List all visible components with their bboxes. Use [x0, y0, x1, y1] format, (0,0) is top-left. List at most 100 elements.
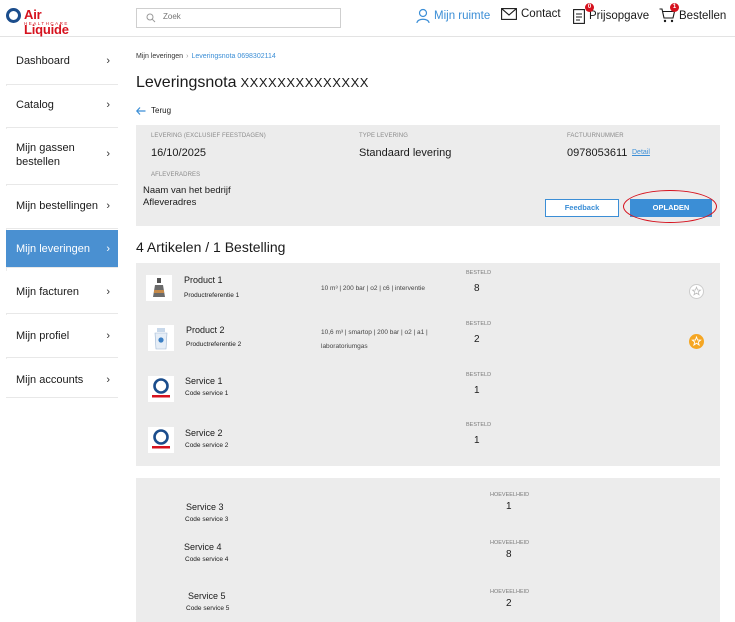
- search-input[interactable]: [163, 12, 333, 21]
- service-code: Code service 3: [185, 516, 229, 523]
- product-spec: 10,6 m³ | smartop | 200 bar | o2 | a1 | …: [321, 329, 428, 350]
- favorite-star-filled-icon[interactable]: [689, 334, 704, 349]
- logo-subtext: HEALTHCARE: [24, 21, 69, 26]
- prijsopgave-count-badge: 0: [585, 3, 594, 12]
- page-title-label: Leveringsnota: [136, 74, 237, 91]
- sidebar-item-label: Dashboard: [16, 55, 70, 67]
- quantity-label: HOEVEELHEID: [490, 492, 530, 498]
- cart-count-badge: 1: [670, 3, 679, 12]
- quote-document-icon: [573, 9, 585, 24]
- product-reference: Productreferentie 1: [184, 292, 240, 299]
- quantity-value: 1: [474, 385, 480, 396]
- sidebar-item-mijn-leveringen[interactable]: Mijn leveringen ›: [6, 230, 118, 268]
- air-liquide-service-logo-icon: [148, 376, 174, 402]
- sidebar-item-mijn-bestellingen[interactable]: Mijn bestellingen ›: [6, 186, 118, 229]
- breadcrumb-current[interactable]: Leveringsnota 0698302114: [191, 53, 275, 60]
- type-levering-value: Standaard levering: [359, 147, 452, 159]
- sidebar-item-mijn-accounts[interactable]: Mijn accounts ›: [6, 359, 118, 398]
- product-name: Product 2: [186, 325, 225, 335]
- quantity-label: HOEVEELHEID: [490, 540, 530, 546]
- service-code: Code service 1: [185, 390, 229, 397]
- chevron-right-icon: ›: [106, 99, 110, 111]
- quantity-value: 8: [474, 283, 480, 294]
- search-icon: [146, 13, 156, 23]
- nav-mijn-ruimte-label: Mijn ruimte: [434, 10, 491, 22]
- factuur-detail-link[interactable]: Detail: [632, 149, 650, 156]
- articles-section-title: 4 Artikelen / 1 Bestelling: [136, 239, 286, 255]
- service-code: Code service 4: [185, 556, 229, 563]
- service-name: Service 2: [185, 428, 223, 438]
- factuurnummer-label: FACTUURNUMMER: [567, 133, 624, 139]
- nav-mijn-ruimte[interactable]: Mijn ruimte: [416, 8, 490, 24]
- quantity-value: 1: [474, 435, 480, 446]
- nav-prijsopgave[interactable]: Prijsopgave 0: [573, 3, 650, 24]
- delivery-address: Afleveradres: [143, 197, 197, 208]
- back-link-label: Terug: [151, 106, 172, 115]
- sidebar-item-mijn-gassen-bestellen[interactable]: Mijn gassen bestellen ›: [6, 129, 118, 185]
- chevron-right-icon: ›: [106, 330, 110, 342]
- feedback-button[interactable]: Feedback: [545, 199, 619, 217]
- logo-mark-icon: [6, 8, 21, 23]
- nav-contact[interactable]: Contact: [501, 8, 561, 20]
- service-name: Service 3: [186, 502, 224, 512]
- nav-bestellen[interactable]: Bestellen 1: [659, 3, 727, 23]
- sidebar-item-label: Mijn facturen: [16, 286, 79, 298]
- chevron-right-icon: ›: [106, 200, 110, 212]
- chevron-right-icon: ›: [106, 286, 110, 298]
- envelope-icon: [501, 8, 517, 20]
- breadcrumb: Mijn leveringen › Leveringsnota 0698302114: [136, 53, 276, 60]
- sidebar-item-dashboard[interactable]: Dashboard ›: [6, 42, 118, 85]
- quantity-value: 2: [474, 334, 480, 345]
- service-name: Service 1: [185, 376, 223, 386]
- nav-contact-label: Contact: [521, 8, 561, 20]
- quantity-label: BESTELD: [466, 422, 492, 428]
- back-link[interactable]: Terug: [136, 106, 171, 115]
- service-code: Code service 2: [185, 442, 229, 449]
- product-reference: Productreferentie 2: [186, 341, 242, 348]
- factuurnummer-value: 0978053611: [567, 147, 628, 159]
- quantity-value: 8: [506, 549, 512, 560]
- user-icon: [416, 8, 430, 24]
- afleveradres-label: AFLEVERADRES: [151, 172, 201, 178]
- nav-bestellen-label: Bestellen: [679, 9, 727, 22]
- sidebar-item-catalog[interactable]: Catalog ›: [6, 86, 118, 128]
- breadcrumb-separator-icon: ›: [186, 53, 189, 60]
- company-name: Naam van het bedrijf: [143, 185, 231, 196]
- page-title-number: XXXXXXXXXXXXXX: [240, 75, 369, 90]
- page-title: Leveringsnota XXXXXXXXXXXXXX: [136, 74, 369, 92]
- sidebar-item-label: Mijn profiel: [16, 330, 70, 342]
- sidebar-item-label: Mijn leveringen: [16, 243, 90, 255]
- quantity-label: BESTELD: [466, 372, 492, 378]
- quantity-label: HOEVEELHEID: [490, 589, 530, 595]
- chevron-right-icon: ›: [106, 374, 110, 386]
- type-levering-label: TYPE LEVERING: [359, 133, 408, 139]
- quantity-value: 2: [506, 598, 512, 609]
- sidebar-item-mijn-facturen[interactable]: Mijn facturen ›: [6, 271, 118, 314]
- chevron-right-icon: ›: [106, 243, 110, 255]
- service-name: Service 5: [188, 591, 226, 601]
- chevron-right-icon: ›: [106, 55, 110, 67]
- product-name: Product 1: [184, 275, 223, 285]
- favorite-star-icon[interactable]: [689, 284, 704, 299]
- air-liquide-service-logo-icon: [148, 427, 174, 453]
- sidebar-item-mijn-profiel[interactable]: Mijn profiel ›: [6, 315, 118, 358]
- levering-label: LEVERING (EXCLUSIEF FEESTDAGEN): [151, 133, 266, 139]
- highlight-ring-annotation: [623, 190, 717, 223]
- breadcrumb-root[interactable]: Mijn leveringen: [136, 53, 183, 60]
- sidebar-item-label: Catalog: [16, 99, 54, 111]
- nav-prijsopgave-label: Prijsopgave: [589, 10, 650, 22]
- arrow-left-icon: [136, 106, 146, 115]
- service-code: Code service 5: [186, 605, 230, 612]
- quantity-label: BESTELD: [466, 270, 492, 276]
- air-liquide-logo[interactable]: Air Liquide HEALTHCARE: [6, 7, 86, 37]
- top-bar: Air Liquide HEALTHCARE Mijn ruimte Conta…: [0, 0, 735, 37]
- levering-date: 16/10/2025: [151, 147, 207, 159]
- search-box[interactable]: [136, 8, 341, 28]
- chevron-right-icon: ›: [106, 148, 110, 160]
- service-name: Service 4: [184, 542, 222, 552]
- quantity-label: BESTELD: [466, 321, 492, 327]
- smartop-cylinder-product-image: [148, 325, 174, 351]
- product-spec: 10 m³ | 200 bar | o2 | c6 | interventie: [321, 285, 425, 292]
- gas-cylinder-product-image: [146, 275, 172, 301]
- sidebar-item-label: Mijn bestellingen: [16, 200, 98, 212]
